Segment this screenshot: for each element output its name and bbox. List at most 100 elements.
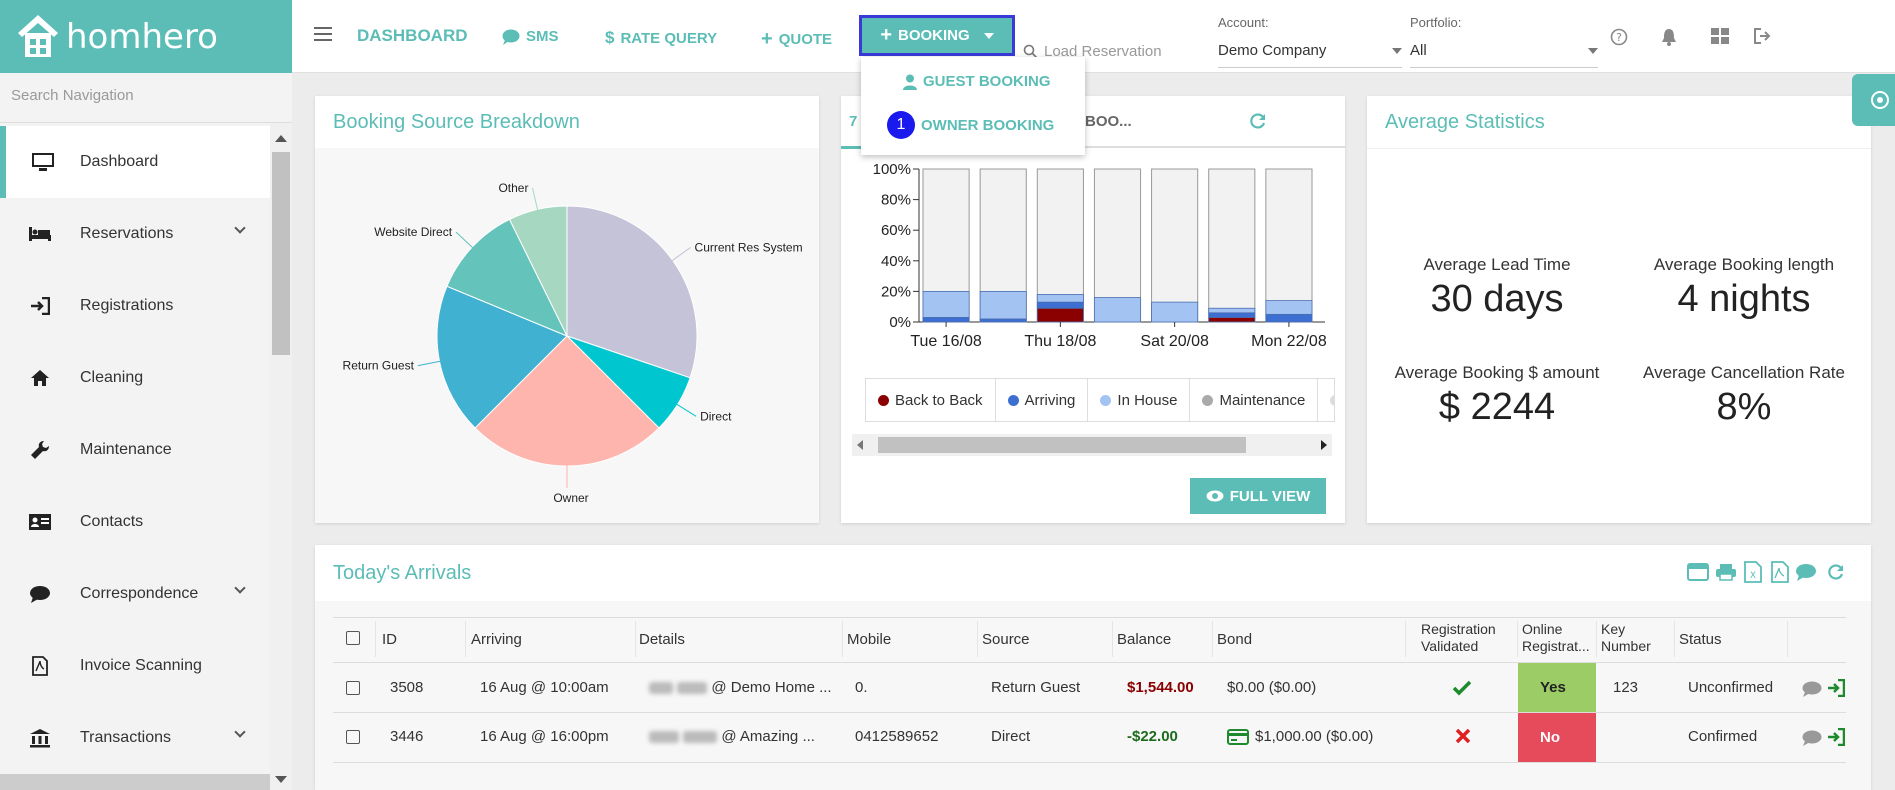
sidebar-item-transactions[interactable]: Transactions [0,702,270,774]
wrench-icon [31,441,49,459]
nav-sms[interactable]: SMS [502,28,559,45]
excel-file-icon[interactable]: X [1744,561,1762,583]
y-tick-label: 20% [881,283,911,300]
stat-value: 8% [1716,386,1772,428]
sidebar-item-dashboard[interactable]: Dashboard [0,126,270,198]
account-label: Account: [1218,15,1269,30]
chat-bubble-icon [502,29,520,45]
column-header-id[interactable]: ID [382,631,397,648]
table-row[interactable]: 3446 16 Aug @ 16:00pm @ Amazing ... 0412… [315,713,1871,762]
owner-booking-option[interactable]: 1 OWNER BOOKING [861,111,1085,139]
chat-bubble-icon [30,586,50,603]
hamburger-menu-icon[interactable] [314,27,332,43]
side-panel-toggle[interactable] [1852,74,1895,126]
refresh-icon[interactable] [1827,563,1845,581]
column-header-status[interactable]: Status [1679,631,1722,648]
nav-quote[interactable]: + QUOTE [761,28,832,51]
pie-leader-line [531,187,539,212]
check-in-icon[interactable] [1827,728,1845,746]
chevron-down-icon [234,726,246,738]
column-header-online-registration[interactable]: Online Registrat... [1522,621,1590,655]
search-navigation-input[interactable]: Search Navigation [0,73,292,123]
refresh-icon[interactable] [1249,112,1267,130]
legend-dot [878,394,889,406]
scroll-right-icon[interactable] [1321,440,1327,450]
nav-rate-query[interactable]: $ RATE QUERY [605,28,717,48]
redacted-name [683,731,718,744]
window-icon[interactable] [1687,563,1709,581]
cell-mobile: 0412589652 [855,728,939,745]
bell-icon[interactable] [1660,27,1678,47]
sidebar-item-cleaning[interactable]: Cleaning [0,342,270,414]
bar-segment [1151,301,1199,323]
stat-label: Average Cancellation Rate [1643,363,1845,382]
sidebar-item-registrations[interactable]: Registrations [0,270,270,342]
bar-segment [1036,294,1084,303]
pdf-file-icon[interactable] [1771,561,1789,583]
account-select[interactable]: Demo Company [1218,42,1402,68]
y-tick-label: 40% [881,253,911,270]
column-header-balance[interactable]: Balance [1117,631,1171,648]
column-header-details[interactable]: Details [639,631,685,648]
column-header-key-number[interactable]: Key Number [1601,621,1651,655]
guest-booking-option[interactable]: GUEST BOOKING [861,73,1085,90]
portfolio-select[interactable]: All [1410,42,1598,68]
scroll-down-icon[interactable] [275,776,287,783]
cell-source: Direct [991,728,1031,745]
stat-label: Average Lead Time [1423,255,1571,274]
chart-scrollbar-thumb[interactable] [878,437,1246,453]
column-header-arriving[interactable]: Arriving [471,631,522,648]
select-all-checkbox[interactable] [346,631,360,645]
cell-mobile: 0. [855,679,868,696]
column-header-registration-validated[interactable]: Registration Validated [1421,621,1496,655]
sidebar-scrollbar-thumb[interactable] [272,152,290,355]
scroll-up-icon[interactable] [275,135,287,142]
legend-arriving[interactable]: Arriving [996,379,1089,421]
full-view-button[interactable]: FULL VIEW [1190,478,1326,514]
chat-bubble-icon[interactable] [1795,563,1817,581]
booking-button[interactable]: + BOOKING [859,15,1015,56]
check-in-icon[interactable] [1827,679,1845,697]
column-header-mobile[interactable]: Mobile [847,631,891,648]
plus-icon: + [761,28,773,50]
column-header-source[interactable]: Source [982,631,1030,648]
legend-dot [1007,394,1019,406]
cross-icon [1455,728,1471,744]
sidebar-item-reservations[interactable]: Reservations [0,198,270,270]
legend-dot [1330,394,1334,406]
sidebar-item-contacts[interactable]: Contacts [0,486,270,558]
sidebar-item-maintenance[interactable]: Maintenance [0,414,270,486]
column-header-bond[interactable]: Bond [1217,631,1252,648]
legend-more[interactable] [1318,379,1334,421]
logout-icon[interactable] [1754,28,1772,44]
nav-dashboard[interactable]: DASHBOARD [357,26,468,46]
help-icon[interactable]: ? [1610,28,1628,46]
cell-status: Unconfirmed [1688,679,1774,696]
sidebar-item-invoice-scanning[interactable]: Invoice Scanning [0,630,270,702]
brand-logo[interactable]: homhero [0,0,292,73]
cell-details[interactable]: @ Demo Home ... [649,679,832,696]
stat-value: 4 nights [1677,278,1811,320]
cell-details[interactable]: @ Amazing ... [649,728,815,745]
stat-value: 30 days [1430,278,1564,320]
legend-maintenance[interactable]: Maintenance [1190,379,1319,421]
table-row[interactable]: 3508 16 Aug @ 10:00am @ Demo Home ... 0.… [315,663,1871,712]
row-checkbox[interactable] [346,730,360,744]
grid-icon[interactable] [1711,28,1729,44]
bookings-tab[interactable]: BOO... [1085,113,1132,130]
cell-arriving: 16 Aug @ 10:00am [480,679,609,696]
comment-icon[interactable] [1802,730,1822,746]
occupancy-tab[interactable]: 7 [849,113,857,130]
row-checkbox[interactable] [346,681,360,695]
print-icon[interactable] [1715,563,1737,581]
legend-back-to-back[interactable]: Back to Back [866,379,996,421]
cell-arriving: 16 Aug @ 16:00pm [480,728,609,745]
sidebar-item-correspondence[interactable]: Correspondence [0,558,270,630]
redacted-name [649,731,679,744]
scroll-left-icon[interactable] [857,440,863,450]
step-badge: 1 [887,111,915,139]
comment-icon[interactable] [1802,681,1822,697]
legend-in-house[interactable]: In House [1088,379,1191,421]
chart-horizontal-scrollbar[interactable] [852,434,1332,456]
stat-value: $ 2244 [1438,386,1556,428]
